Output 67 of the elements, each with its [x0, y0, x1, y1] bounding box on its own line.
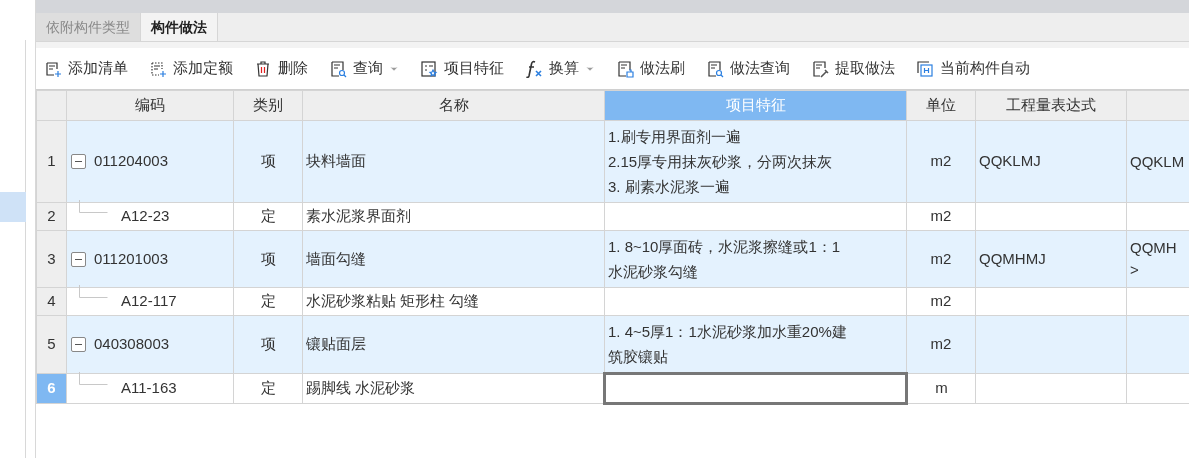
- copy-h-icon: [916, 59, 934, 78]
- name-text: 水泥砂浆粘贴 矩形柱 勾缝: [306, 292, 480, 310]
- toolbar-button[interactable]: 项目特征: [420, 57, 504, 80]
- unit-text: m2: [930, 292, 952, 310]
- name-text: 踢脚线 水泥砂浆: [306, 379, 416, 397]
- name-text: 墙面勾缝: [306, 249, 366, 267]
- toolbar-button[interactable]: 换算: [525, 57, 595, 80]
- code-text: A12-23: [121, 206, 170, 227]
- function-icon: [525, 59, 543, 78]
- column-header[interactable]: 名称: [302, 90, 605, 121]
- toolbar-button[interactable]: 做法刷: [616, 57, 685, 80]
- row-number[interactable]: 5: [36, 315, 67, 374]
- search-icon: [329, 59, 347, 78]
- selection-highlight: [0, 192, 26, 222]
- row-number[interactable]: 3: [36, 230, 67, 288]
- expression-text: QQMH >: [1130, 238, 1178, 280]
- toolbar-button[interactable]: 做法查询: [706, 57, 790, 80]
- collapse-toggle[interactable]: [71, 337, 86, 352]
- unit-text: m2: [930, 249, 952, 267]
- expression-text: QQMHMJ: [979, 249, 1046, 267]
- pipette-icon: [811, 59, 829, 78]
- unit-text: m: [935, 379, 948, 397]
- expression-text: QQKLMJ: [979, 152, 1041, 170]
- type-text: 定: [260, 292, 276, 310]
- collapse-toggle[interactable]: [71, 251, 86, 267]
- type-text: 定: [260, 207, 276, 225]
- feature-text: 1.刷专用界面剂一遍 2.15厚专用抹灰砂浆，分两次抹灰 3. 刷素水泥浆一遍: [608, 127, 834, 197]
- toolbar-button[interactable]: 删除: [254, 57, 308, 80]
- search-icon: [706, 59, 724, 78]
- list-plus-icon: [44, 59, 62, 78]
- toolbar-button[interactable]: 提取做法: [811, 57, 895, 80]
- row-number[interactable]: 1: [36, 120, 67, 203]
- expression-text: QQKLM: [1130, 151, 1186, 172]
- unit-text: m2: [930, 152, 952, 170]
- type-text: 项: [260, 152, 276, 170]
- type-text: 项: [260, 249, 276, 267]
- code-text: 040308003: [94, 334, 170, 355]
- collapse-toggle[interactable]: [71, 154, 86, 169]
- unit-text: m2: [930, 207, 952, 225]
- toolbar-button[interactable]: 添加清单: [44, 57, 128, 80]
- column-header[interactable]: 类别: [233, 90, 303, 121]
- minus-icon: [75, 341, 82, 348]
- name-text: 镶贴面层: [306, 335, 366, 353]
- column-header[interactable]: 工程量表达式: [975, 90, 1127, 121]
- minus-icon: [75, 158, 82, 165]
- brush-icon: [616, 59, 634, 78]
- code-text: A11-163: [121, 378, 177, 399]
- column-header[interactable]: 单位: [906, 90, 976, 121]
- name-text: 素水泥浆界面剂: [306, 207, 411, 225]
- unit-text: m2: [930, 335, 952, 353]
- trash-icon: [254, 59, 272, 78]
- column-header[interactable]: 编码: [66, 90, 234, 121]
- feature-text: 1. 8~10厚面砖，水泥浆擦缝或1：1 水泥砂浆勾缝: [608, 237, 842, 282]
- type-text: 定: [260, 379, 276, 397]
- code-text: 011201003: [94, 248, 168, 269]
- list-plus-icon: [149, 59, 167, 78]
- feature-text: 1. 4~5厚1：1水泥砂浆加水重20%建 筑胶镶贴: [608, 322, 848, 367]
- row-number[interactable]: 2: [36, 202, 67, 231]
- tab[interactable]: 构件做法: [141, 13, 218, 41]
- type-text: 项: [260, 335, 276, 353]
- code-text: A12-117: [121, 291, 177, 312]
- toolbar-button[interactable]: 添加定额: [149, 57, 233, 80]
- toolbar-button[interactable]: 查询: [329, 57, 399, 80]
- code-text: 011204003: [94, 151, 168, 172]
- toolbar-button[interactable]: 当前构件自动: [916, 57, 1030, 80]
- row-number[interactable]: 4: [36, 287, 67, 316]
- name-text: 块料墙面: [306, 152, 366, 170]
